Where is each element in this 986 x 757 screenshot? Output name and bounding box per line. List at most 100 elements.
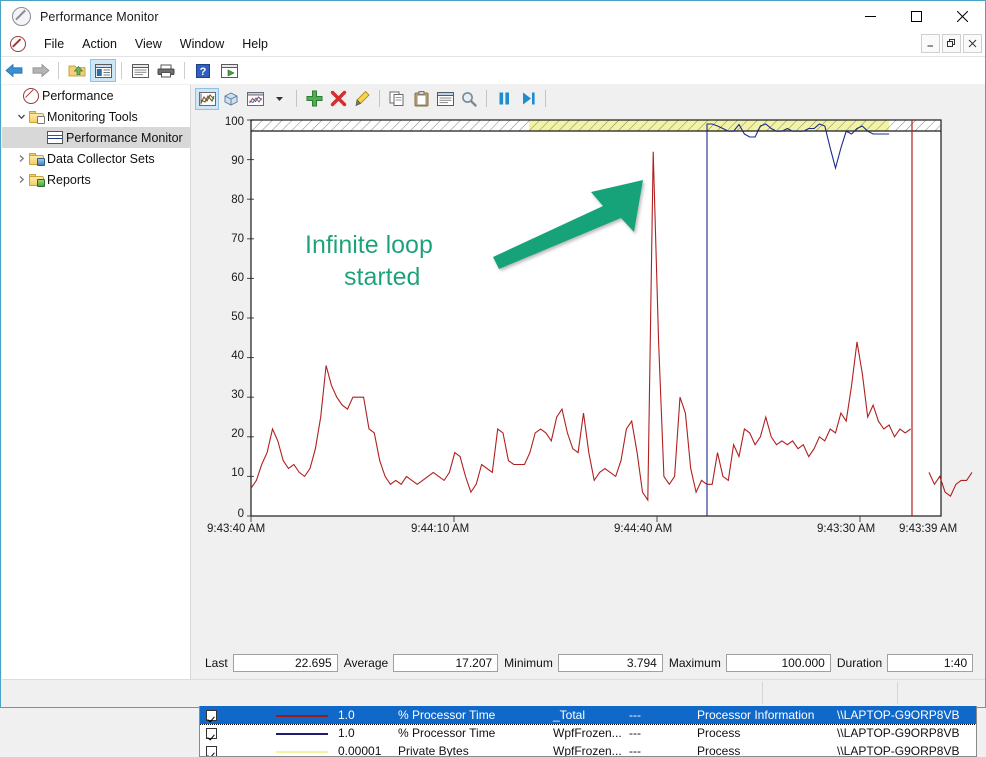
graph-toolbar-separator: [545, 90, 546, 107]
object-cell: Process: [697, 726, 741, 740]
computer-cell: \\LAPTOP-G9ORP8VB: [837, 744, 960, 757]
forward-icon[interactable]: [27, 59, 53, 82]
tree-item-monitoring-tools[interactable]: Monitoring Tools: [2, 106, 190, 127]
console-tree[interactable]: Performance Monitoring Tools Performance…: [2, 85, 191, 681]
y-tick-label: 90: [231, 155, 244, 167]
show-checkbox[interactable]: [206, 728, 217, 740]
menu-file[interactable]: File: [35, 34, 73, 54]
graph-type-dropdown-icon[interactable]: [267, 88, 291, 110]
menu-action[interactable]: Action: [73, 34, 126, 54]
show-checkbox[interactable]: [206, 710, 217, 722]
menu-help[interactable]: Help: [233, 34, 277, 54]
x-tick-label: 9:43:40 AM: [207, 523, 265, 535]
new-window-icon[interactable]: [216, 59, 242, 82]
add-counter-icon[interactable]: [302, 88, 326, 110]
average-value: 17.207: [393, 654, 499, 672]
graph-toolbar-separator: [486, 90, 487, 107]
y-axis: 100 90 80 70 60 50 40 30 20 10 0: [225, 116, 254, 520]
color-cell: [270, 742, 332, 756]
svg-text:?: ?: [200, 66, 207, 78]
freeze-display-icon[interactable]: [492, 88, 516, 110]
parent-cell: ---: [623, 705, 691, 724]
window-controls: [847, 1, 985, 32]
tree-item-label: Data Collector Sets: [47, 151, 155, 166]
toolbar-separator: [184, 62, 185, 79]
title-bar: Performance Monitor: [1, 1, 985, 32]
maximum-value: 100.000: [725, 654, 831, 672]
scale-cell: 1.0: [332, 705, 392, 724]
mdi-restore-button[interactable]: [942, 34, 961, 53]
close-button[interactable]: [939, 1, 985, 32]
back-icon[interactable]: [1, 59, 27, 82]
view-line-graph-icon[interactable]: [195, 87, 219, 110]
console-icon: [10, 36, 26, 52]
folder-blue-icon: [29, 152, 45, 166]
show-checkbox[interactable]: [206, 746, 217, 756]
y-tick-label: 80: [231, 194, 244, 206]
maximize-button[interactable]: [893, 1, 939, 32]
properties-icon[interactable]: [127, 59, 153, 82]
color-swatch: [276, 715, 328, 718]
zoom-icon[interactable]: [457, 88, 481, 110]
show-checkbox-cell[interactable]: [200, 742, 270, 756]
perfmon-graph-icon: [47, 131, 63, 144]
minimum-label: Minimum: [504, 656, 553, 670]
main-toolbar: ?: [1, 57, 985, 84]
status-bar: [2, 679, 985, 706]
table-row[interactable]: 1.0 % Processor Time _Total --- Processo…: [200, 704, 976, 725]
performance-chart[interactable]: 100 90 80 70 60 50 40 30 20 10 0 9:43:40…: [199, 114, 977, 639]
mdi-minimize-button[interactable]: [921, 34, 940, 53]
y-tick-label: 70: [231, 233, 244, 245]
counter-cell: % Processor Time: [398, 726, 496, 740]
show-checkbox-cell[interactable]: [200, 724, 270, 742]
help-icon[interactable]: ?: [190, 59, 216, 82]
delete-counter-icon[interactable]: [326, 88, 350, 110]
counter-cell: % Processor Time: [392, 705, 547, 724]
up-folder-icon[interactable]: [64, 59, 90, 82]
tree-item-reports[interactable]: Reports: [2, 169, 190, 190]
average-label: Average: [343, 656, 389, 670]
x-axis-ticks: [250, 516, 861, 522]
properties-icon[interactable]: [433, 88, 457, 110]
show-checkbox-cell[interactable]: [200, 705, 270, 724]
parent-cell: ---: [629, 744, 641, 757]
tree-item-performance[interactable]: Performance: [2, 85, 190, 106]
plot-background: [251, 120, 941, 516]
instance-cell: WpfFrozen...: [553, 744, 622, 757]
chevron-down-icon[interactable]: [14, 112, 28, 121]
tree-item-performance-monitor[interactable]: Performance Monitor: [2, 127, 190, 148]
y-tick-label: 10: [231, 467, 244, 479]
toolbar-separator: [121, 62, 122, 79]
annotation-line-1: Infinite loop: [305, 231, 433, 259]
menu-window[interactable]: Window: [171, 34, 233, 54]
y-tick-label: 20: [231, 428, 244, 440]
duration-value: 1:40: [887, 654, 974, 672]
instance-cell: _Total: [547, 705, 623, 724]
annotation-line-2: started: [344, 263, 420, 291]
tree-item-data-collector-sets[interactable]: Data Collector Sets: [2, 148, 190, 169]
show-hide-console-tree-icon[interactable]: [90, 59, 116, 82]
paste-counter-list-icon[interactable]: [409, 88, 433, 110]
mdi-close-button[interactable]: [963, 34, 982, 53]
change-graph-type-icon[interactable]: [243, 88, 267, 110]
window-title: Performance Monitor: [40, 9, 159, 24]
table-row[interactable]: 1.0 % Processor Time WpfFrozen... --- Pr…: [200, 724, 976, 742]
scale-cell: 1.0: [338, 726, 355, 740]
table-row[interactable]: 0.00001 Private Bytes WpfFrozen... --- P…: [200, 742, 976, 757]
view-3d-icon[interactable]: [219, 88, 243, 110]
print-icon[interactable]: [153, 59, 179, 82]
highlight-icon[interactable]: [350, 88, 374, 110]
folder-green-icon: [29, 173, 45, 187]
x-axis-labels: 9:43:40 AM 9:44:10 AM 9:44:40 AM 9:43:30…: [207, 523, 957, 535]
y-tick-label: 40: [231, 350, 244, 362]
menu-view[interactable]: View: [126, 34, 171, 54]
chevron-right-icon[interactable]: [14, 175, 28, 184]
last-label: Last: [205, 656, 228, 670]
update-data-icon[interactable]: [516, 88, 540, 110]
object-cell: Process: [697, 744, 741, 757]
chevron-right-icon[interactable]: [14, 154, 28, 163]
copy-properties-icon[interactable]: [385, 88, 409, 110]
minimize-button[interactable]: [847, 1, 893, 32]
y-tick-label: 0: [238, 508, 244, 520]
chart-canvas: 100 90 80 70 60 50 40 30 20 10 0 9:43:40…: [207, 116, 973, 535]
